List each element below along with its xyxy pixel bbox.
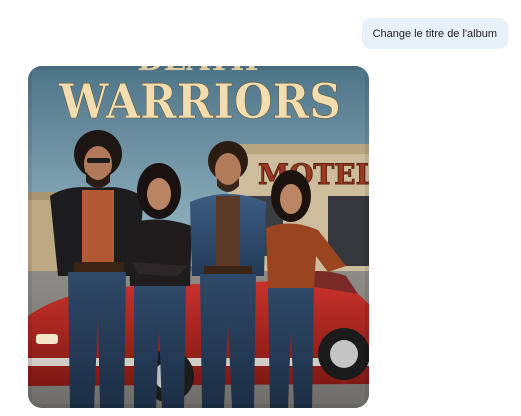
user-message-text: Change le titre de l'album [372, 27, 497, 40]
album-cover-illustration: MOTEL DEATH WARRIORS [28, 66, 369, 408]
generated-album-cover-image[interactable]: MOTEL DEATH WARRIORS [28, 66, 369, 408]
album-title: WARRIORS [58, 74, 341, 130]
chat-conversation: Change le titre de l'album MOTEL WARRIOR… [0, 0, 521, 416]
user-message-bubble: Change le titre de l'album [361, 18, 508, 49]
